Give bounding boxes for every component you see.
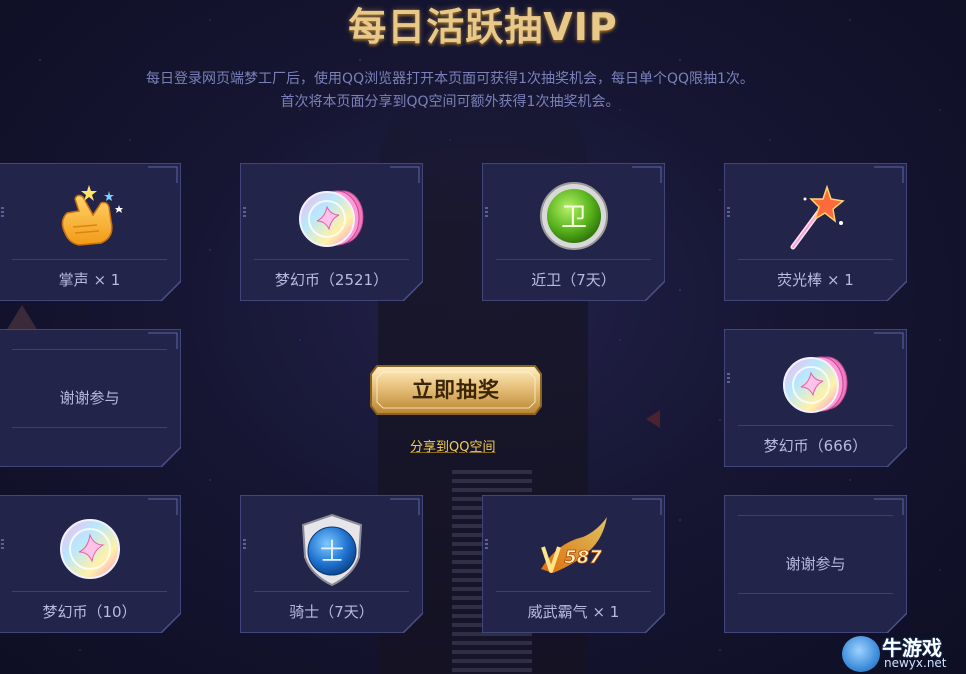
card-divider [496, 259, 651, 260]
share-to-qzone-link[interactable]: 分享到QQ空间 [410, 436, 495, 455]
card-edge-marks [243, 539, 246, 551]
prize-card: 卫 近卫（7天） [482, 163, 665, 301]
prize-label: 谢谢参与 [785, 555, 846, 573]
vip-badge-number: 587 [564, 547, 602, 568]
card-divider [254, 259, 409, 260]
card-edge-marks [485, 207, 488, 219]
prize-card: 谢谢参与 [724, 495, 907, 633]
mascot-logo-icon [842, 636, 880, 672]
decorative-triangle [646, 410, 660, 428]
card-divider [12, 259, 167, 260]
card-divider [254, 591, 409, 592]
description-line: 每日登录网页端梦工厂后，使用QQ浏览器打开本页面可获得1次抽奖机会，每日单个QQ… [146, 71, 754, 87]
card-edge-marks [485, 539, 488, 551]
card-divider [738, 259, 893, 260]
page-title: 每日活跃抽VIP [348, 5, 618, 49]
card-edge-marks [1, 207, 4, 219]
watermark-domain: newyx.net [884, 656, 947, 670]
description-line: 首次将本页面分享到QQ空间可额外获得1次抽奖机会。 [280, 94, 620, 110]
prize-label: 梦幻币（666） [763, 437, 868, 455]
prize-label: 梦幻币（10） [42, 603, 137, 621]
page-description: 每日登录网页端梦工厂后，使用QQ浏览器打开本页面可获得1次抽奖机会，每日单个QQ… [0, 68, 900, 114]
prize-card: 士 骑士（7天） [240, 495, 423, 633]
draw-button-label: 立即抽奖 [412, 378, 500, 402]
prize-label: 掌声 × 1 [58, 271, 121, 289]
card-divider [12, 591, 167, 592]
prize-card: 587 威武霸气 × 1 [482, 495, 665, 633]
card-divider [12, 427, 167, 428]
prize-card: 梦幻币（2521） [240, 163, 423, 301]
card-edge-marks [1, 539, 4, 551]
dream-coin-stack-icon [298, 190, 363, 247]
dream-coin-stack-icon [782, 356, 847, 413]
card-edge-marks [243, 207, 246, 219]
dream-coin-icon [59, 519, 120, 579]
vip-587-flame-icon: 587 [540, 517, 607, 573]
prize-card: 荧光棒 × 1 [724, 163, 907, 301]
prize-label: 近卫（7天） [531, 271, 616, 289]
prize-card: 谢谢参与 [0, 329, 181, 467]
prize-label: 梦幻币（2521） [274, 271, 389, 289]
prize-card: 梦幻币（666） [724, 329, 907, 467]
clapping-hands-icon [61, 185, 123, 246]
guard-badge-icon: 卫 [539, 182, 608, 250]
card-divider [738, 425, 893, 426]
decorative-triangle [6, 305, 38, 331]
card-edge-marks [727, 207, 730, 219]
guard-badge-char: 卫 [560, 203, 586, 233]
prize-label: 荧光棒 × 1 [777, 271, 854, 289]
card-divider [738, 593, 893, 594]
knight-shield-icon: 士 [301, 513, 362, 587]
glow-stick-icon [790, 184, 845, 250]
card-divider [496, 591, 651, 592]
prize-label: 威武霸气 × 1 [527, 603, 620, 621]
prize-card: 掌声 × 1 [0, 163, 181, 301]
site-watermark: 牛游戏 newyx.net [842, 632, 966, 674]
prize-label: 谢谢参与 [59, 389, 120, 407]
prize-label: 骑士（7天） [289, 603, 374, 621]
knight-badge-char: 士 [320, 538, 344, 566]
card-edge-marks [727, 373, 730, 385]
draw-lottery-button[interactable]: 立即抽奖 [369, 364, 543, 416]
prize-card: 梦幻币（10） [0, 495, 181, 633]
